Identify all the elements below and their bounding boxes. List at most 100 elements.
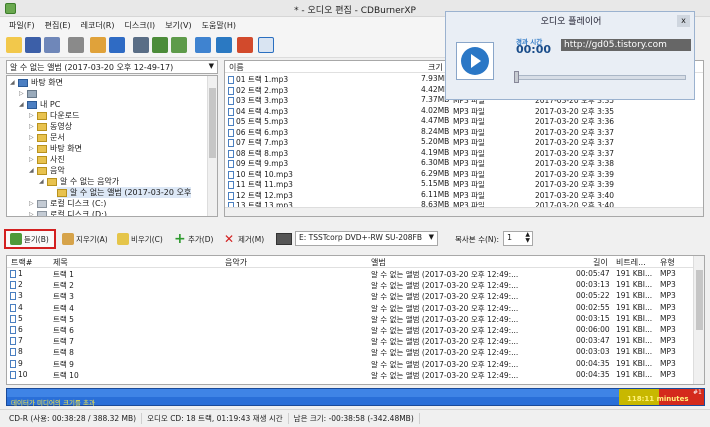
status-disc: CD-R (사용: 00:38:28 / 388.32 MB) [4,413,143,424]
file-row[interactable]: 04 트랙 4.mp3 4.02MB MP3 파일 2017-03-20 오후 3:3… [225,106,703,117]
track-row[interactable]: 6 트랙 6알 수 없는 앨범 (2017-03-20 오후 12:49:... 0… [7,325,694,336]
new-icon[interactable] [6,37,22,53]
headphones-icon [10,233,22,245]
file-row[interactable]: 07 트랙 7.mp3 5.20MB MP3 파일 2017-03-20 오후 3:3… [225,137,703,148]
expand-icon: ▷ [29,211,34,217]
menu-recorder[interactable]: 레코더(R) [76,20,120,31]
folder-tree[interactable]: ◢ 바탕 화면 ▷ ◢ 내 PC ▷ 다운로드 ▷ 동영상 ▷ 문서 ▷ 바탕 화면 ▷ 사진… [6,75,218,217]
menu-view[interactable]: 보기(V) [160,20,196,31]
scrollbar-thumb[interactable] [209,88,216,158]
tree-scrollbar[interactable] [207,76,217,216]
burn-icon[interactable] [133,37,149,53]
network-icon[interactable] [216,37,232,53]
tree-item-selected[interactable]: 알 수 없는 앨범 (2017-03-20 오후 [57,187,192,198]
mp3-file-icon [228,97,234,105]
remove-button[interactable]: ✕ 제거(M) [220,229,268,249]
mp3-file-icon [228,149,234,158]
track-row[interactable]: 1 트랙 1알 수 없는 앨범 (2017-03-20 오후 12:49:... 0… [7,269,694,280]
mp3-file-icon [228,86,234,95]
copy-disc-icon[interactable] [152,37,168,53]
column-size[interactable]: 크기 [428,62,443,73]
drive-select[interactable]: E: TSSTcorp DVD+-RW SU-208FB ▼ [295,231,438,246]
tree-item[interactable]: ▷ 로컬 디스크 (D:) [29,209,107,217]
track-row[interactable]: 5 트랙 5알 수 없는 앨범 (2017-03-20 오후 12:49:... 0… [7,314,694,325]
clear-button[interactable]: 비우기(C) [113,229,167,249]
erase-button[interactable]: 지우기(A) [58,229,112,249]
settings-icon[interactable] [195,37,211,53]
file-row[interactable]: 05 트랙 5.mp3 4.47MB MP3 파일 2017-03-20 오후 3:3… [225,116,703,127]
column-track[interactable]: 트랙# [11,257,32,268]
mp3-file-icon [228,160,234,168]
mp3-file-icon [10,314,16,323]
mp3-file-icon [10,348,16,357]
print-icon[interactable] [68,37,84,53]
column-album[interactable]: 앨범 [371,257,386,268]
tree-item[interactable]: ◢ 바탕 화면 [10,77,63,88]
tree-item[interactable]: ▷ [19,88,40,99]
mp3-file-icon [10,359,16,368]
file-row[interactable]: 12 트랙 12.mp3 6.11MB MP3 파일 2017-03-20 오후 3:… [225,190,703,201]
file-row[interactable]: 11 트랙 11.mp3 5.15MB MP3 파일 2017-03-20 오후 3:… [225,179,703,190]
status-bar: CD-R (사용: 00:38:28 / 388.32 MB) 오디오 CD: … [0,409,710,427]
track-row[interactable]: 4 트랙 4알 수 없는 앨범 (2017-03-20 오후 12:49:... 0… [7,303,694,314]
album-select[interactable]: 알 수 없는 앨범 (2017-03-20 오후 12-49-17) ▼ [6,60,218,74]
clear-icon [117,233,129,245]
tree-item[interactable]: ◢ 알 수 없는 음악가 [39,176,119,187]
scrollbar-thumb[interactable] [696,270,703,330]
file-row[interactable]: 08 트랙 8.mp3 4.19MB MP3 파일 2017-03-20 오후 3:3… [225,148,703,159]
info-icon[interactable] [258,37,274,53]
folder-icon [47,177,57,186]
expand-icon: ▷ [29,156,34,163]
track-row[interactable]: 2 트랙 2알 수 없는 앨범 (2017-03-20 오후 12:49:... 0… [7,280,694,291]
file-row[interactable]: 06 트랙 6.mp3 8.24MB MP3 파일 2017-03-20 오후 3:3… [225,127,703,138]
column-type[interactable]: 유형 [660,257,675,268]
help-icon[interactable] [237,37,253,53]
tree-item[interactable]: ▷ 문서 [29,132,65,143]
seek-slider[interactable] [516,75,686,80]
track-row[interactable]: 3 트랙 3알 수 없는 앨범 (2017-03-20 오후 12:49:... 0… [7,291,694,302]
add-button[interactable]: + 추가(D) [170,229,217,249]
track-grid-scrollbar[interactable] [693,256,704,384]
copies-stepper[interactable]: 1 ▲ ▼ [503,231,533,246]
close-button[interactable]: x [677,15,690,27]
column-name[interactable]: 이름 [229,62,244,73]
add-icon[interactable] [90,37,106,53]
column-length[interactable]: 길이 [593,257,608,268]
track-row[interactable]: 10 트랙 10 알 수 없는 앨범 (2017-03-20 오후 12:49:..… [7,370,694,381]
file-list-scrollbar[interactable] [225,207,703,216]
tree-item[interactable]: ▷ 사진 [29,154,65,165]
tree-item[interactable]: ◢ 음악 [29,165,65,176]
stepper-arrows-icon[interactable]: ▲ ▼ [525,232,530,244]
track-row[interactable]: 9 트랙 9알 수 없는 앨범 (2017-03-20 오후 12:49:... 0… [7,359,694,370]
save-icon[interactable] [25,37,41,53]
expand-icon: ▷ [29,112,34,119]
track-row[interactable]: 7 트랙 7알 수 없는 앨범 (2017-03-20 오후 12:49:... 0… [7,336,694,347]
tree-item[interactable]: ▷ 다운로드 [29,110,79,121]
menu-edit[interactable]: 편집(E) [40,20,76,31]
menu-file[interactable]: 파일(F) [4,20,40,31]
file-row[interactable]: 10 트랙 10.mp3 6.29MB MP3 파일 2017-03-20 오후 3:… [225,169,703,180]
status-tracks: 오디오 CD: 18 트랙, 01:19:43 재생 시간 [142,413,289,424]
tree-item[interactable]: ▷ 동영상 [29,121,72,132]
erase-icon[interactable] [171,37,187,53]
capacity-time: 118:11 minutes [627,395,689,403]
track-row[interactable]: 8 트랙 8알 수 없는 앨범 (2017-03-20 오후 12:49:... 0… [7,347,694,358]
seek-slider-thumb[interactable] [514,71,519,83]
drive-icon [37,210,47,216]
play-button[interactable]: 듣기(B) [4,229,56,249]
play-button[interactable] [456,42,494,80]
tree-item[interactable]: ▷ 바탕 화면 [29,143,82,154]
menu-disc[interactable]: 디스크(I) [120,20,161,31]
collapse-icon: ◢ [29,167,34,174]
track-grid[interactable]: 트랙# 제목 음악가 앨범 길이 비트레... 유형 1 트랙 1알 수 없는 앨… [6,255,705,385]
tree-item[interactable]: ▷ 로컬 디스크 (C:) [29,198,106,209]
column-bitrate[interactable]: 비트레... [616,257,646,268]
remove-icon[interactable] [109,37,125,53]
file-row[interactable]: 09 트랙 9.mp3 6.30MB MP3 파일 2017-03-20 오후 3:3… [225,158,703,169]
tree-item[interactable]: ◢ 내 PC [19,99,60,110]
menu-help[interactable]: 도움말(H) [197,20,241,31]
save-as-icon[interactable] [44,37,60,53]
column-artist[interactable]: 음악가 [225,257,247,268]
folder-icon [37,111,47,120]
column-title[interactable]: 제목 [53,257,68,268]
